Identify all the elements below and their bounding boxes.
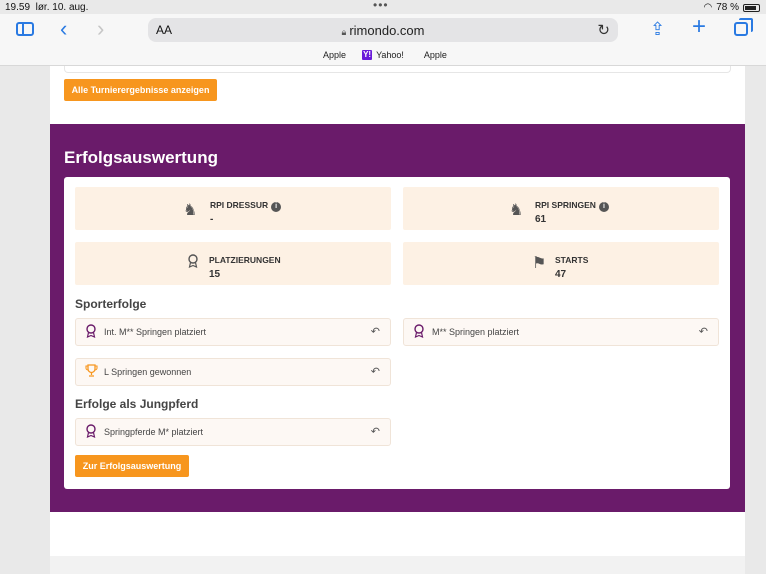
sport-success-title: Sporterfolge xyxy=(75,297,147,311)
stat-label: STARTS xyxy=(555,255,589,265)
success-item[interactable]: Springpferde M* platziert ↶ xyxy=(75,418,391,446)
favorite-yahoo[interactable]: Y! Yahoo! xyxy=(362,50,404,60)
trophy-icon xyxy=(85,364,98,380)
stat-value: - xyxy=(210,214,214,225)
battery-percent: 78 % xyxy=(716,2,739,13)
multitasking-dots-icon[interactable]: ••• xyxy=(373,0,389,12)
stat-rpi-springen: ♞ RPI SPRINGEN i 61 xyxy=(403,187,719,230)
status-time: 19.59 lør. 10. aug. xyxy=(5,2,89,13)
forward-icon[interactable]: › xyxy=(97,18,104,40)
share-icon[interactable]: ⇪ xyxy=(650,20,665,38)
young-horse-success-title: Erfolge als Jungpferd xyxy=(75,397,199,411)
share-arrow-icon[interactable]: ↶ xyxy=(371,325,380,338)
reload-icon[interactable]: ↻ xyxy=(597,21,610,39)
back-icon[interactable]: ‹ xyxy=(60,18,67,40)
share-arrow-icon[interactable]: ↶ xyxy=(699,325,708,338)
previous-card-edge xyxy=(64,66,731,73)
stat-starts: ⚑ STARTS 47 xyxy=(403,242,719,285)
stat-platzierungen: PLATZIERUNGEN 15 xyxy=(75,242,391,285)
stat-rpi-dressur: ♞ RPI DRESSUR i - xyxy=(75,187,391,230)
section-title: Erfolgsauswertung xyxy=(64,148,218,167)
flag-icon: ⚑ xyxy=(532,255,547,272)
lock-icon: 🔒︎ xyxy=(341,27,347,37)
success-item[interactable]: Int. M** Springen platziert ↶ xyxy=(75,318,391,346)
favorites-bar: Apple Y! Yahoo! Apple xyxy=(0,50,766,60)
stat-label: RPI DRESSUR xyxy=(210,200,269,210)
favorite-apple-2[interactable]: Apple xyxy=(420,50,447,60)
share-arrow-icon[interactable]: ↶ xyxy=(371,425,380,438)
success-evaluation-button[interactable]: Zur Erfolgsauswertung xyxy=(75,455,189,477)
address-bar[interactable]: AA 🔒︎ rimondo.com ↻ xyxy=(148,18,618,42)
rosette-icon xyxy=(187,254,199,273)
info-icon[interactable]: i xyxy=(598,202,609,212)
battery-icon xyxy=(743,3,760,12)
stat-value: 47 xyxy=(555,269,567,280)
rosette-icon xyxy=(413,324,425,341)
all-results-button[interactable]: Alle Turnierergebnisse anzeigen xyxy=(64,79,217,101)
yahoo-icon: Y! xyxy=(362,50,373,60)
stat-label: RPI SPRINGEN xyxy=(535,200,596,210)
new-tab-icon[interactable]: + xyxy=(692,15,706,39)
wifi-icon: ◠ xyxy=(703,2,713,13)
share-arrow-icon[interactable]: ↶ xyxy=(371,365,380,378)
stat-value: 15 xyxy=(209,269,221,280)
dressage-horse-icon: ♞ xyxy=(183,202,198,219)
url-text[interactable]: 🔒︎ rimondo.com xyxy=(148,23,618,38)
info-icon[interactable]: i xyxy=(271,202,282,212)
success-section: Erfolgsauswertung ♞ RPI DRESSUR i - ♞ RPI… xyxy=(50,124,745,512)
tabs-overview-icon[interactable] xyxy=(734,18,753,36)
success-card: ♞ RPI DRESSUR i - ♞ RPI SPRINGEN i 61 PLAT… xyxy=(64,177,730,489)
rosette-icon xyxy=(85,324,97,341)
success-item-text: Springpferde M* platziert xyxy=(104,427,204,437)
favorite-apple-1[interactable]: Apple xyxy=(319,50,346,60)
stat-value: 61 xyxy=(535,214,547,225)
browser-toolbar: ‹ › AA 🔒︎ rimondo.com ↻ ⇪ + Apple Y! Yahoo… xyxy=(0,14,766,66)
success-item-text: Int. M** Springen platziert xyxy=(104,327,207,337)
success-item-text: L Springen gewonnen xyxy=(104,367,192,377)
jumping-horse-icon: ♞ xyxy=(509,202,524,219)
success-item-text: M** Springen platziert xyxy=(432,327,520,337)
stat-label: PLATZIERUNGEN xyxy=(209,255,281,265)
sidebar-toggle-icon[interactable] xyxy=(16,22,34,36)
success-item[interactable]: L Springen gewonnen ↶ xyxy=(75,358,391,386)
page-footer-strip xyxy=(50,556,745,574)
page-content: Alle Turnierergebnisse anzeigen Erfolgsa… xyxy=(50,66,745,574)
status-bar: 19.59 lør. 10. aug. ••• ◠ 78 % xyxy=(0,0,766,14)
success-item[interactable]: M** Springen platziert ↶ xyxy=(403,318,719,346)
rosette-icon xyxy=(85,424,97,441)
